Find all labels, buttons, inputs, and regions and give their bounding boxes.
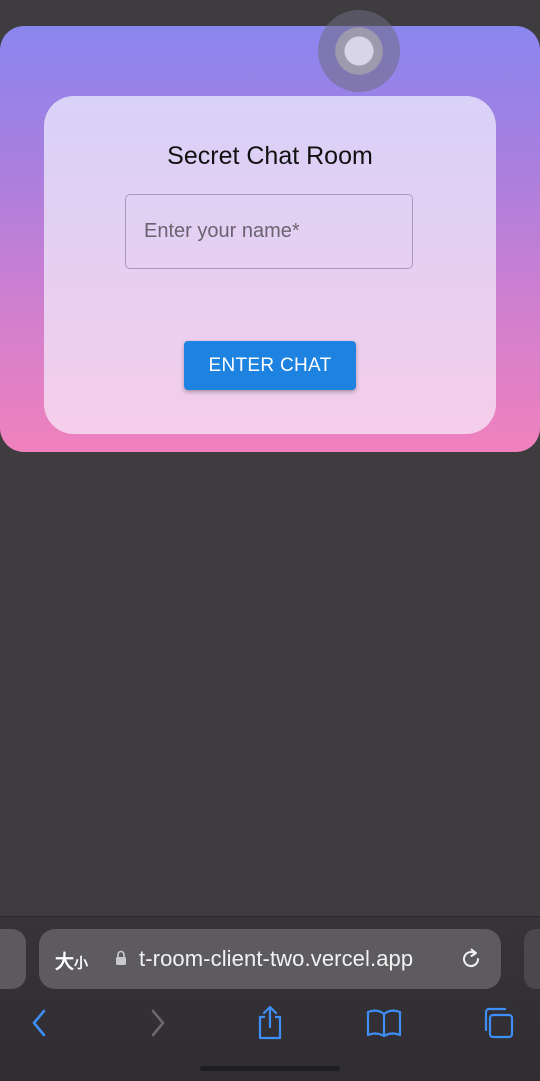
browser-toolbar (0, 1003, 540, 1047)
text-size-small-label: 小 (74, 955, 89, 971)
forward-button[interactable] (137, 1003, 177, 1043)
chevron-left-icon (32, 1009, 46, 1037)
text-size-big-label: 大 (55, 952, 75, 973)
share-icon (258, 1005, 282, 1040)
next-tab-preview[interactable] (524, 929, 540, 989)
home-indicator (200, 1066, 340, 1071)
touch-indicator (318, 10, 400, 92)
share-button[interactable] (250, 1003, 290, 1043)
back-button[interactable] (20, 1003, 60, 1043)
tabs-button[interactable] (478, 1003, 518, 1043)
hero-panel: Secret Chat Room ENTER CHAT (0, 10, 540, 452)
login-card: Secret Chat Room ENTER CHAT (44, 96, 496, 434)
url-text[interactable]: t-room-client-two.vercel.app (139, 946, 413, 972)
text-size-button[interactable]: 大小 (55, 947, 88, 974)
page-title: Secret Chat Room (167, 142, 373, 170)
lock-icon (116, 950, 126, 965)
browser-bottom-bar: 大小 t-room-client-two.vercel.app (0, 916, 540, 1081)
reload-icon[interactable] (458, 946, 484, 972)
name-input[interactable] (125, 194, 413, 269)
address-bar[interactable]: 大小 t-room-client-two.vercel.app (39, 929, 501, 989)
tabs-icon (484, 1007, 514, 1039)
bookmarks-button[interactable] (364, 1003, 404, 1043)
previous-tab-preview[interactable] (0, 929, 26, 989)
chevron-right-icon (151, 1009, 165, 1037)
book-icon (366, 1009, 402, 1038)
enter-chat-button[interactable]: ENTER CHAT (184, 341, 356, 390)
